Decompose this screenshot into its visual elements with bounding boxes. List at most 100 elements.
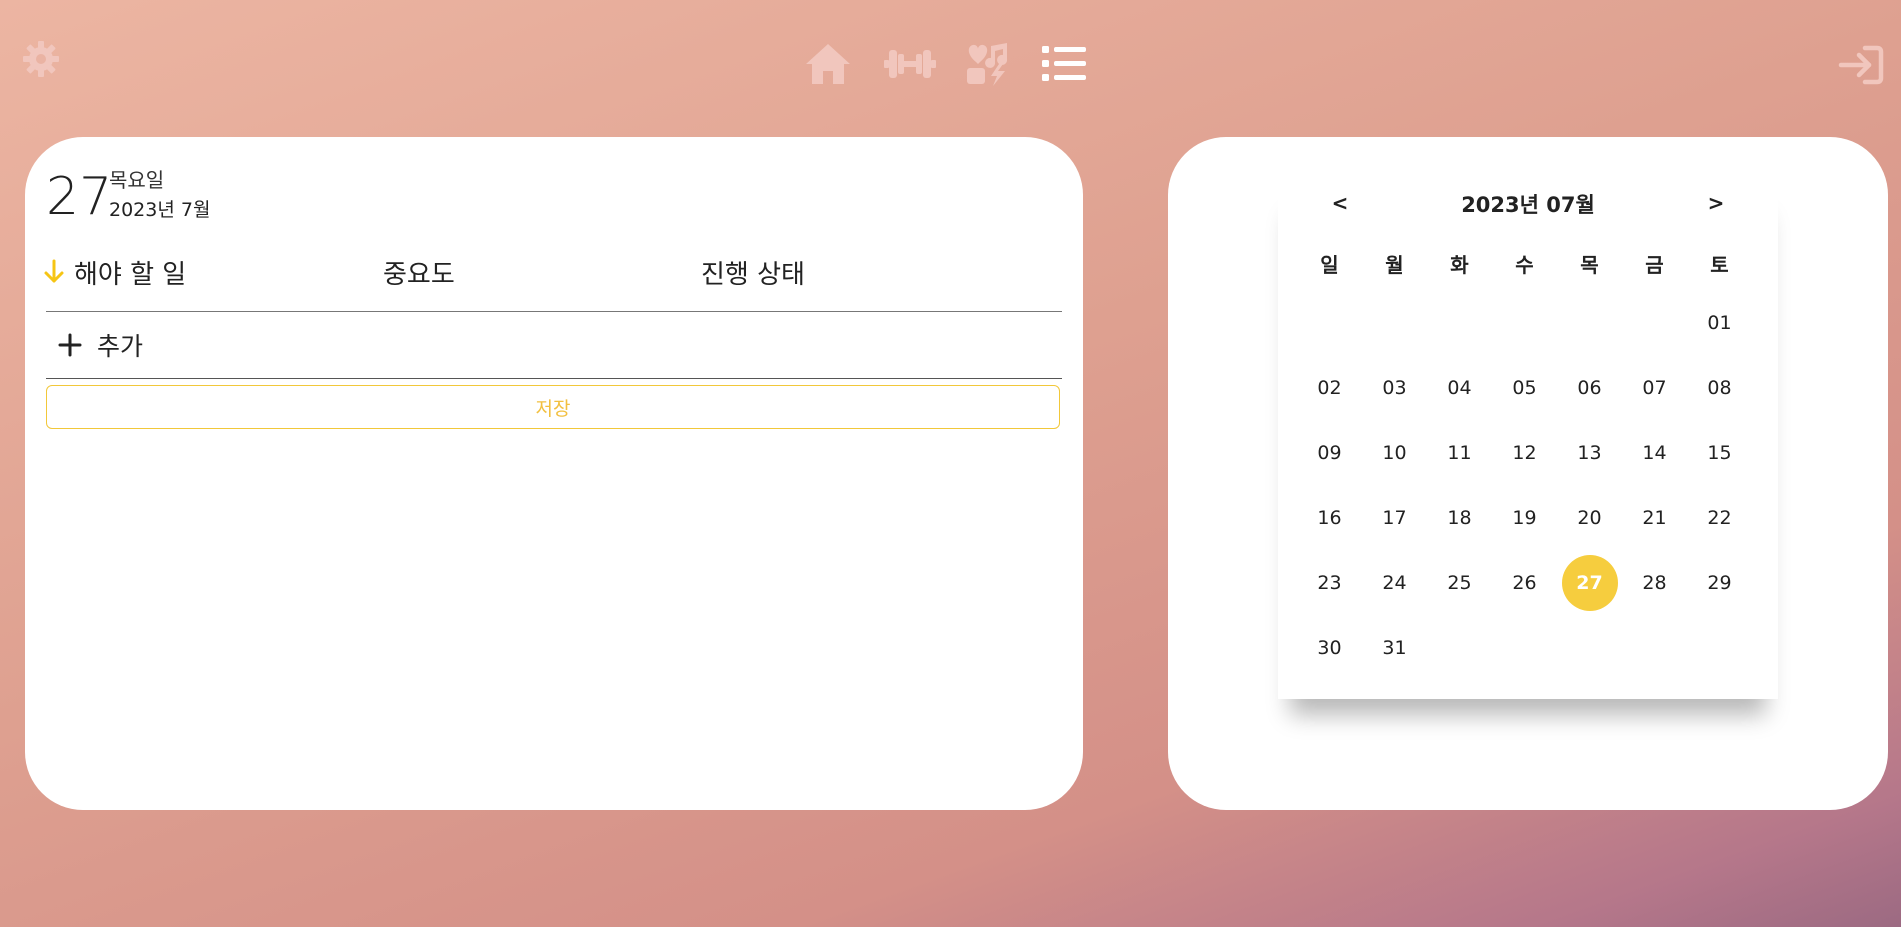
calendar-day[interactable]: 23 [1297, 550, 1362, 615]
calendar-day-label: 11 [1447, 441, 1472, 464]
calendar-day-label: 29 [1707, 571, 1732, 594]
calendar-day-label: 12 [1512, 441, 1537, 464]
calendar-day[interactable]: 30 [1297, 615, 1362, 680]
home-icon [806, 44, 850, 84]
calendar-grid: 01 02 03 04 05 06 07 08 09 10 11 12 13 14 15 16 17 18 19 20… [1297, 290, 1752, 680]
calendar-day-label: 21 [1642, 506, 1667, 529]
calendar-day-label: 02 [1317, 376, 1342, 399]
next-month-button[interactable]: > [1701, 191, 1731, 215]
weekday-label: 수 [1515, 253, 1534, 277]
calendar: < 2023년 07월 > 일월화수목금토 01 02 03 04 05 06 07 08 09… [1278, 177, 1778, 699]
calendar-day-label: 06 [1577, 376, 1602, 399]
calendar-day[interactable]: 10 [1362, 420, 1427, 485]
login-arrow-icon [1838, 45, 1884, 85]
calendar-day-label: 22 [1707, 506, 1732, 529]
calendar-day[interactable]: 31 [1362, 615, 1427, 680]
calendar-day[interactable]: 09 [1297, 420, 1362, 485]
add-task-label: 추가 [97, 332, 144, 361]
calendar-day-label: 31 [1382, 636, 1407, 659]
todo-card: 27 목요일 2023년 7월 해야 할 일 중요도 진행 상태 추가 저장 [25, 137, 1083, 810]
calendar-day[interactable]: 08 [1687, 355, 1752, 420]
calendar-day-label: 05 [1512, 376, 1537, 399]
nav-workout-button[interactable] [882, 38, 938, 90]
calendar-day-label: 13 [1577, 441, 1602, 464]
calendar-blank-cell [1297, 290, 1362, 355]
calendar-day-label: 09 [1317, 441, 1342, 464]
calendar-day-label: 03 [1382, 376, 1407, 399]
date-weekday: 목요일 [109, 168, 165, 192]
column-header-task[interactable]: 해야 할 일 [74, 254, 186, 291]
calendar-day[interactable]: 06 [1557, 355, 1622, 420]
calendar-day-label: 04 [1447, 376, 1472, 399]
calendar-blank-cell [1492, 290, 1557, 355]
calendar-day-label: 17 [1382, 506, 1407, 529]
calendar-day[interactable]: 25 [1427, 550, 1492, 615]
save-button[interactable]: 저장 [46, 385, 1060, 429]
heart-music-icon [967, 43, 1008, 86]
calendar-day[interactable]: 07 [1622, 355, 1687, 420]
calendar-day-label: 27 [1561, 554, 1618, 611]
calendar-day[interactable]: 18 [1427, 485, 1492, 550]
calendar-card: < 2023년 07월 > 일월화수목금토 01 02 03 04 05 06 07 08 09… [1168, 137, 1888, 810]
date-year-month: 2023년 7월 [109, 199, 211, 221]
plus-icon [58, 333, 82, 357]
calendar-day[interactable]: 13 [1557, 420, 1622, 485]
calendar-day[interactable]: 26 [1492, 550, 1557, 615]
calendar-day[interactable]: 28 [1622, 550, 1687, 615]
calendar-day-label: 25 [1447, 571, 1472, 594]
add-task-button[interactable]: 추가 [46, 323, 346, 367]
calendar-day[interactable]: 12 [1492, 420, 1557, 485]
calendar-day[interactable]: 20 [1557, 485, 1622, 550]
calendar-day-label: 24 [1382, 571, 1407, 594]
calendar-day[interactable]: 02 [1297, 355, 1362, 420]
calendar-day[interactable]: 17 [1362, 485, 1427, 550]
calendar-day[interactable]: 01 [1687, 290, 1752, 355]
calendar-day-selected[interactable]: 27 [1557, 550, 1622, 615]
calendar-day-label: 23 [1317, 571, 1342, 594]
calendar-day[interactable]: 15 [1687, 420, 1752, 485]
nav-todo-button[interactable] [1036, 38, 1092, 90]
calendar-day-label: 19 [1512, 506, 1537, 529]
dumbbell-icon [884, 50, 936, 78]
calendar-day[interactable]: 16 [1297, 485, 1362, 550]
calendar-day[interactable]: 03 [1362, 355, 1427, 420]
settings-button[interactable] [18, 36, 64, 82]
calendar-day-label: 20 [1577, 506, 1602, 529]
calendar-day[interactable]: 14 [1622, 420, 1687, 485]
sort-arrow-icon[interactable] [43, 259, 65, 289]
calendar-blank-cell [1622, 290, 1687, 355]
column-header-status[interactable]: 진행 상태 [701, 254, 805, 291]
calendar-blank-cell [1557, 290, 1622, 355]
weekday-label: 일 [1320, 253, 1339, 277]
calendar-day[interactable]: 21 [1622, 485, 1687, 550]
calendar-day[interactable]: 11 [1427, 420, 1492, 485]
weekday-label: 화 [1450, 253, 1469, 277]
nav-hobby-button[interactable] [960, 38, 1016, 90]
calendar-blank-cell [1362, 290, 1427, 355]
weekday-label: 금 [1645, 253, 1664, 277]
calendar-day-label: 01 [1707, 311, 1732, 334]
calendar-day-label: 07 [1642, 376, 1667, 399]
top-nav [796, 38, 1096, 90]
calendar-day[interactable]: 19 [1492, 485, 1557, 550]
weekday-header: 일월화수목금토 [1297, 249, 1752, 278]
calendar-day[interactable]: 05 [1492, 355, 1557, 420]
calendar-day-label: 10 [1382, 441, 1407, 464]
calendar-blank-cell [1427, 290, 1492, 355]
logout-button[interactable] [1836, 42, 1886, 88]
calendar-day-label: 28 [1642, 571, 1667, 594]
calendar-day-label: 30 [1317, 636, 1342, 659]
column-header-importance[interactable]: 중요도 [383, 254, 455, 291]
calendar-day-label: 18 [1447, 506, 1472, 529]
calendar-day[interactable]: 29 [1687, 550, 1752, 615]
weekday-label: 토 [1710, 253, 1729, 277]
calendar-day-label: 15 [1707, 441, 1732, 464]
calendar-day-label: 14 [1642, 441, 1667, 464]
nav-home-button[interactable] [800, 38, 856, 90]
calendar-day[interactable]: 24 [1362, 550, 1427, 615]
calendar-day[interactable]: 04 [1427, 355, 1492, 420]
calendar-day-label: 08 [1707, 376, 1732, 399]
calendar-day[interactable]: 22 [1687, 485, 1752, 550]
table-divider [46, 378, 1062, 379]
list-icon [1042, 46, 1086, 81]
